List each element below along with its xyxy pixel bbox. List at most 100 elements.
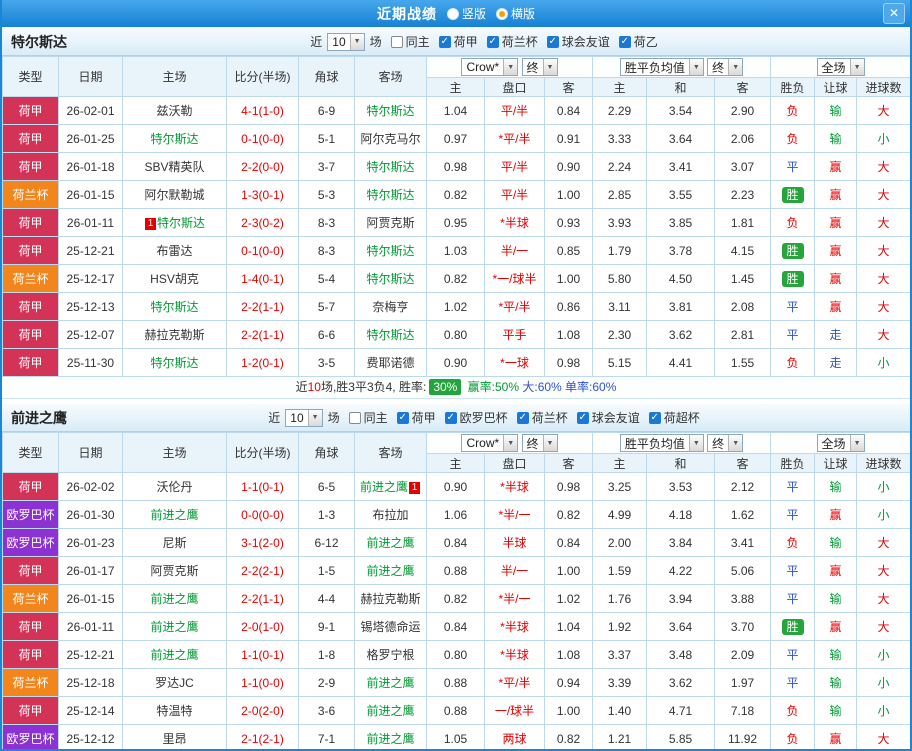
odds-stage-select[interactable]: 终▼ xyxy=(522,434,558,452)
team-name[interactable]: 特尔斯达 xyxy=(366,160,414,174)
team-name[interactable]: 前进之鹰 xyxy=(366,564,414,578)
team-name[interactable]: 费耶诺德 xyxy=(366,356,414,370)
checkbox-checked-icon[interactable] xyxy=(445,412,457,424)
team-name[interactable]: 奈梅亨 xyxy=(372,300,408,314)
team-name[interactable]: 阿贾克斯 xyxy=(366,216,414,230)
checkbox-checked-icon[interactable] xyxy=(397,412,409,424)
team-name[interactable]: 特尔斯达 xyxy=(157,216,205,230)
team-name[interactable]: 布雷达 xyxy=(156,244,192,258)
team-name[interactable]: 里昂 xyxy=(162,732,186,746)
team-name[interactable]: 特尔斯达 xyxy=(150,300,198,314)
match-score[interactable]: 2-2(2-1) xyxy=(227,557,299,585)
team-name[interactable]: HSV胡克 xyxy=(150,272,199,286)
team-name[interactable]: 阿贾克斯 xyxy=(150,564,198,578)
team-name[interactable]: 前进之鹰 xyxy=(150,592,198,606)
match-score[interactable]: 0-0(0-0) xyxy=(227,501,299,529)
match-score[interactable]: 2-0(2-0) xyxy=(227,697,299,725)
checkbox-checked-icon[interactable] xyxy=(487,36,499,48)
checkbox-checked-icon[interactable] xyxy=(517,412,529,424)
filter-checkbox[interactable]: 荷乙 xyxy=(619,33,658,50)
team-name[interactable]: 前进之鹰 xyxy=(366,732,414,746)
match-score[interactable]: 1-2(0-1) xyxy=(227,349,299,377)
match-score[interactable]: 2-2(1-1) xyxy=(227,585,299,613)
team-name[interactable]: 特尔斯达 xyxy=(366,104,414,118)
match-score[interactable]: 2-2(1-1) xyxy=(227,293,299,321)
team-name[interactable]: 前进之鹰 xyxy=(360,480,408,494)
radio-unselected-icon[interactable] xyxy=(447,8,459,20)
match-score[interactable]: 1-3(0-1) xyxy=(227,181,299,209)
filter-checkbox[interactable]: 欧罗巴杯 xyxy=(445,409,508,426)
filter-checkbox[interactable]: 荷甲 xyxy=(397,409,436,426)
team-name[interactable]: 前进之鹰 xyxy=(366,536,414,550)
layout-radio-horizontal[interactable]: 横版 xyxy=(496,5,535,22)
checkbox-checked-icon[interactable] xyxy=(439,36,451,48)
match-score[interactable]: 2-3(0-2) xyxy=(227,209,299,237)
match-score[interactable]: 0-1(0-0) xyxy=(227,125,299,153)
team-name[interactable]: 前进之鹰 xyxy=(150,508,198,522)
radio-label-vertical[interactable]: 竖版 xyxy=(462,5,486,22)
team-name[interactable]: 布拉加 xyxy=(372,508,408,522)
filter-checkbox[interactable]: 球会友谊 xyxy=(577,409,640,426)
filter-checkbox[interactable]: 荷甲 xyxy=(439,33,478,50)
europe-odds-select[interactable]: 胜平负均值▼ xyxy=(620,434,704,452)
europe-odds-select[interactable]: 胜平负均值▼ xyxy=(620,58,704,76)
team-name[interactable]: 尼斯 xyxy=(162,536,186,550)
team-name[interactable]: 阿尔默勒城 xyxy=(144,188,204,202)
team-name[interactable]: 特尔斯达 xyxy=(366,244,414,258)
team-name[interactable]: 特温特 xyxy=(156,704,192,718)
checkbox-checked-icon[interactable] xyxy=(619,36,631,48)
bookmaker-select[interactable]: Crow*▼ xyxy=(461,434,518,452)
match-score[interactable]: 1-4(0-1) xyxy=(227,265,299,293)
team-name[interactable]: 前进之鹰 xyxy=(366,704,414,718)
bookmaker-select[interactable]: Crow*▼ xyxy=(461,58,518,76)
radio-selected-icon[interactable] xyxy=(496,8,508,20)
team-name[interactable]: 前进之鹰 xyxy=(150,648,198,662)
match-score[interactable]: 2-2(1-1) xyxy=(227,321,299,349)
checkbox-checked-icon[interactable] xyxy=(547,36,559,48)
filter-checkbox[interactable]: 荷超杯 xyxy=(649,409,700,426)
team-name[interactable]: SBV精英队 xyxy=(144,160,204,174)
checkbox-unchecked-icon[interactable] xyxy=(391,36,403,48)
filter-checkbox[interactable]: 同主 xyxy=(391,33,430,50)
team-name[interactable]: 阿尔克马尔 xyxy=(360,132,420,146)
checkbox-checked-icon[interactable] xyxy=(649,412,661,424)
match-count-select[interactable]: 10▼ xyxy=(285,409,322,427)
checkbox-checked-icon[interactable] xyxy=(577,412,589,424)
team-name[interactable]: 格罗宁根 xyxy=(366,648,414,662)
team-name[interactable]: 特尔斯达 xyxy=(150,132,198,146)
europe-stage-select[interactable]: 终▼ xyxy=(707,58,743,76)
match-score[interactable]: 4-1(1-0) xyxy=(227,97,299,125)
team-name[interactable]: 前进之鹰 xyxy=(366,676,414,690)
team-name[interactable]: 赫拉克勒斯 xyxy=(144,328,204,342)
radio-label-horizontal[interactable]: 横版 xyxy=(511,5,535,22)
layout-radio-vertical[interactable]: 竖版 xyxy=(447,5,486,22)
scope-select[interactable]: 全场▼ xyxy=(817,434,865,452)
team-name[interactable]: 赫拉克勒斯 xyxy=(360,592,420,606)
match-score[interactable]: 0-1(0-0) xyxy=(227,237,299,265)
match-score[interactable]: 1-1(0-1) xyxy=(227,641,299,669)
team-name[interactable]: 前进之鹰 xyxy=(150,620,198,634)
team-name[interactable]: 沃伦丹 xyxy=(156,480,192,494)
team-name[interactable]: 特尔斯达 xyxy=(366,328,414,342)
match-score[interactable]: 2-1(2-1) xyxy=(227,725,299,751)
filter-checkbox[interactable]: 荷兰杯 xyxy=(487,33,538,50)
filter-checkbox[interactable]: 荷兰杯 xyxy=(517,409,568,426)
scope-select[interactable]: 全场▼ xyxy=(817,58,865,76)
team-name[interactable]: 锡塔德命运 xyxy=(360,620,420,634)
filter-checkbox[interactable]: 同主 xyxy=(349,409,388,426)
match-score[interactable]: 1-1(0-1) xyxy=(227,473,299,501)
match-score[interactable]: 1-1(0-0) xyxy=(227,669,299,697)
checkbox-unchecked-icon[interactable] xyxy=(349,412,361,424)
odds-stage-select[interactable]: 终▼ xyxy=(522,58,558,76)
match-count-select[interactable]: 10▼ xyxy=(327,33,364,51)
match-score[interactable]: 3-1(2-0) xyxy=(227,529,299,557)
match-score[interactable]: 2-2(0-0) xyxy=(227,153,299,181)
team-name[interactable]: 兹沃勒 xyxy=(156,104,192,118)
close-button[interactable]: ✕ xyxy=(883,3,905,24)
europe-stage-select[interactable]: 终▼ xyxy=(707,434,743,452)
team-name[interactable]: 罗达JC xyxy=(155,676,194,690)
filter-checkbox[interactable]: 球会友谊 xyxy=(547,33,610,50)
team-name[interactable]: 特尔斯达 xyxy=(366,272,414,286)
match-score[interactable]: 2-0(1-0) xyxy=(227,613,299,641)
team-name[interactable]: 特尔斯达 xyxy=(366,188,414,202)
